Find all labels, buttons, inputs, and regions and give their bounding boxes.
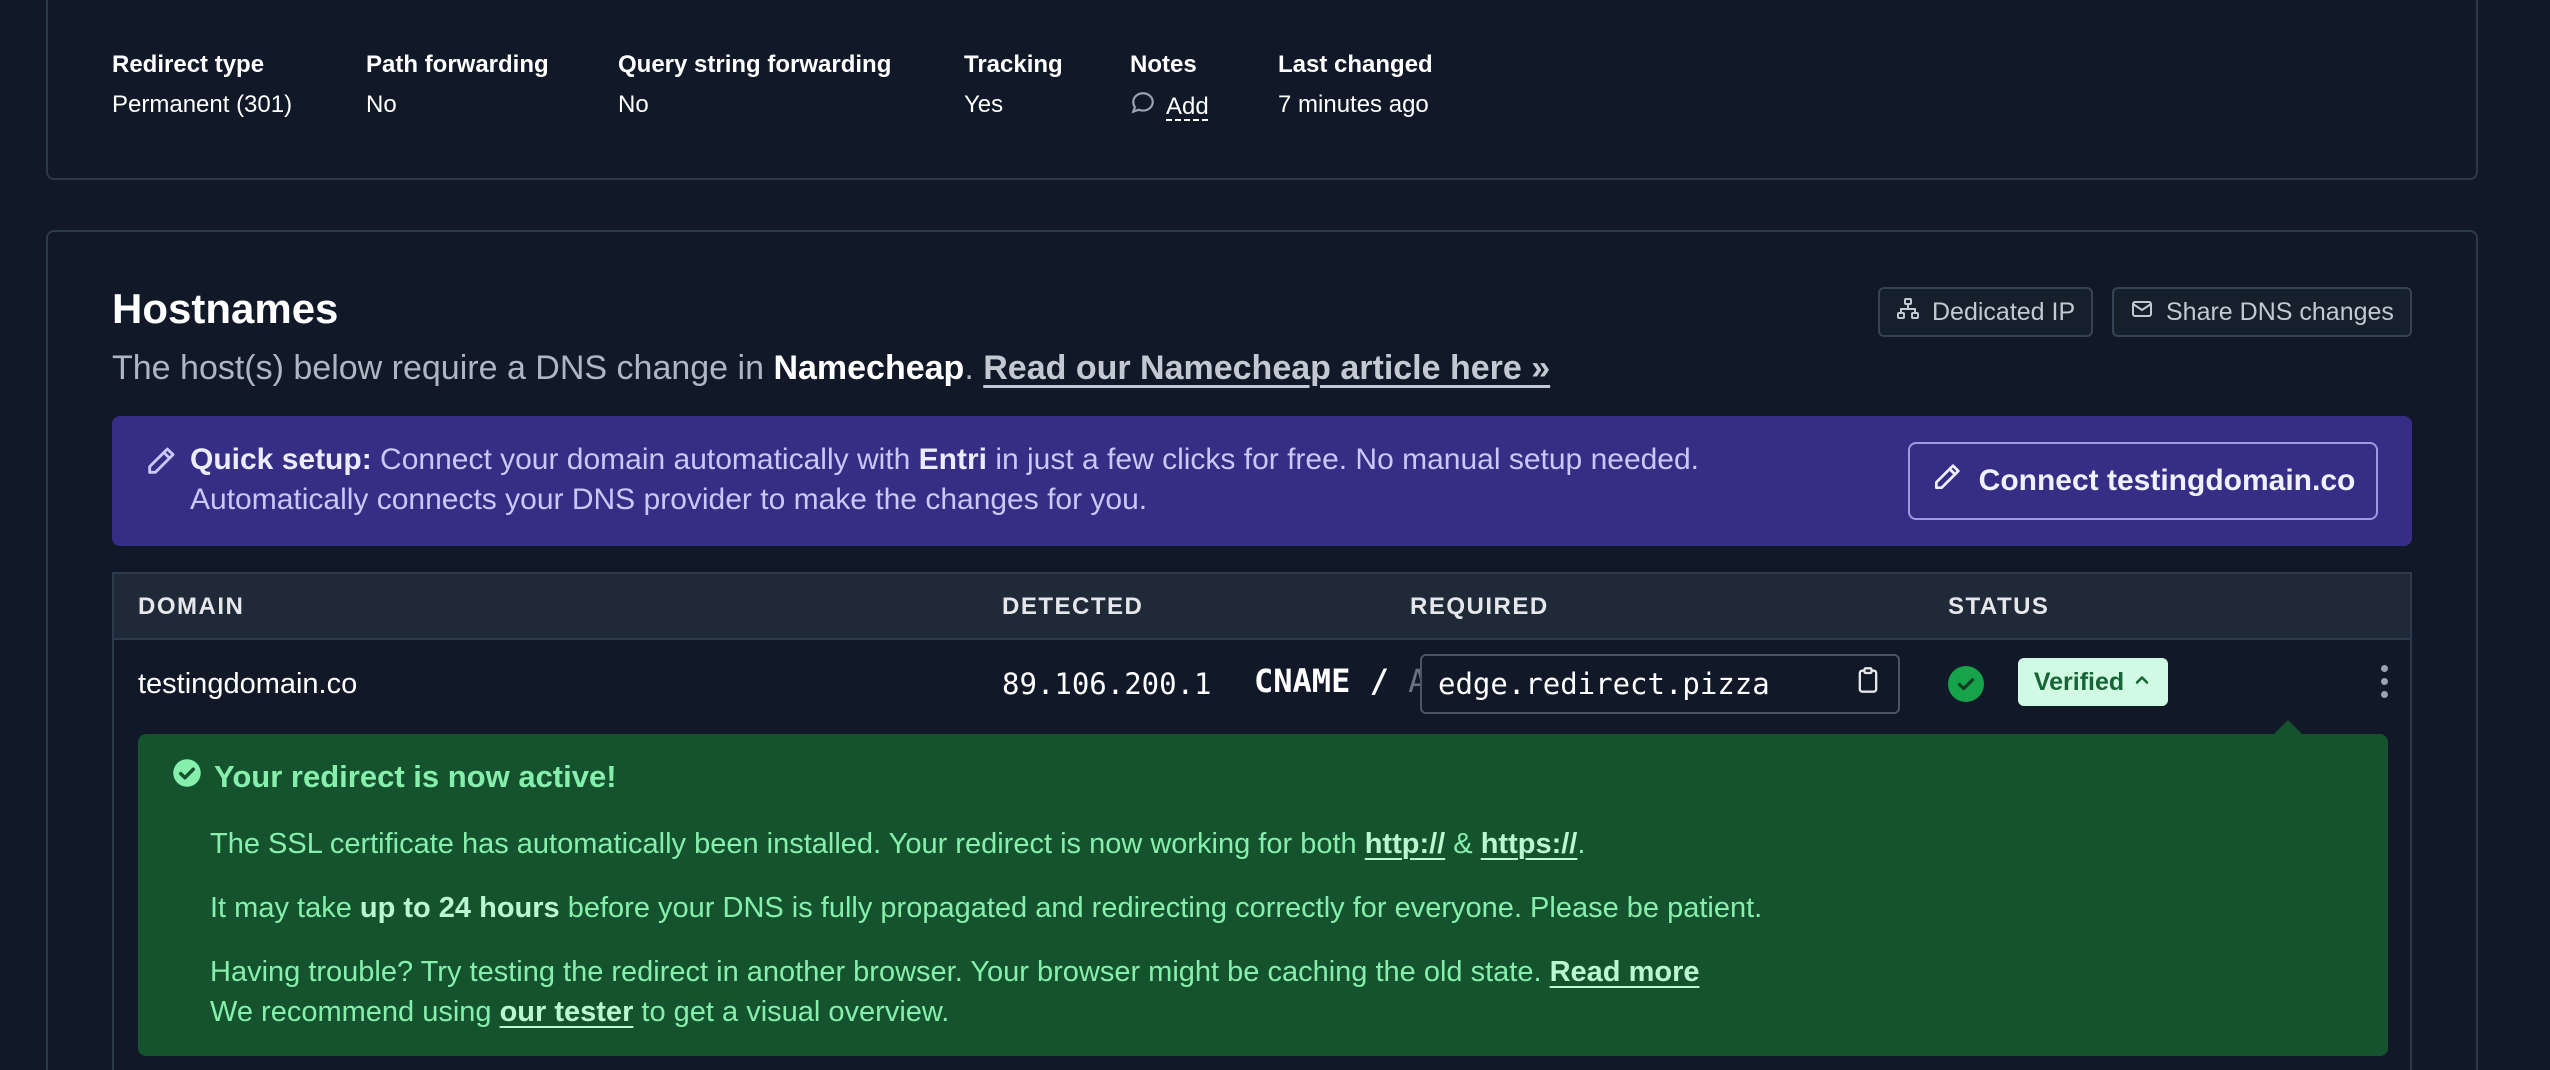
- redirect-active-panel: Your redirect is now active! The SSL cer…: [138, 734, 2388, 1056]
- read-more-link[interactable]: Read more: [1550, 956, 1700, 988]
- last-changed-value: 7 minutes ago: [1278, 91, 1429, 118]
- detected-ip-cell: 89.106.200.1: [1002, 667, 1212, 701]
- namecheap-article-link[interactable]: Read our Namecheap article here »: [983, 349, 1550, 387]
- share-dns-label: Share DNS changes: [2166, 297, 2394, 326]
- ssl-message-end: .: [1577, 828, 1586, 860]
- ssl-message: The SSL certificate has automatically be…: [210, 824, 1585, 864]
- http-link[interactable]: http://: [1365, 828, 1446, 860]
- tracking-field: Tracking Yes: [964, 50, 1063, 120]
- mail-icon: [2130, 297, 2154, 328]
- subtitle-sep: .: [964, 349, 984, 387]
- entri-name: Entri: [918, 443, 987, 476]
- propagation-message: It may take up to 24 hours before your D…: [210, 888, 1762, 928]
- redirect-type-value: Permanent (301): [112, 91, 293, 118]
- quick-setup-text: Quick setup: Connect your domain automat…: [190, 440, 1699, 520]
- redirect-type-label: Redirect type: [112, 51, 265, 78]
- chevron-up-icon: [2132, 668, 2152, 697]
- column-header-domain: DOMAIN: [138, 593, 245, 620]
- tracking-label: Tracking: [964, 51, 1063, 78]
- hostnames-table: DOMAIN DETECTED REQUIRED STATUS testingd…: [112, 572, 2412, 1070]
- hostnames-card: Hostnames The host(s) below require a DN…: [46, 230, 2478, 1070]
- last-changed-field: Last changed 7 minutes ago: [1278, 50, 1433, 120]
- column-header-status: STATUS: [1948, 593, 2050, 620]
- quick-setup-text-2: in just a few clicks for free. No manual…: [986, 443, 1700, 476]
- propagation-prefix: It may take: [210, 892, 360, 924]
- dedicated-ip-label: Dedicated IP: [1932, 297, 2076, 326]
- hostnames-title: Hostnames: [112, 285, 339, 332]
- record-type-sep: /: [1350, 662, 1409, 700]
- query-forwarding-field: Query string forwarding No: [618, 50, 891, 120]
- connect-domain-button[interactable]: Connect testingdomain.co: [1908, 442, 2378, 520]
- table-header: DOMAIN DETECTED REQUIRED STATUS: [114, 574, 2410, 640]
- path-forwarding-label: Path forwarding: [366, 51, 549, 78]
- column-header-required: REQUIRED: [1410, 593, 1549, 620]
- connect-domain-label: Connect testingdomain.co: [1978, 464, 2356, 497]
- tracking-value: Yes: [964, 91, 1004, 118]
- share-dns-button[interactable]: Share DNS changes: [2112, 287, 2412, 337]
- quick-setup-label: Quick setup:: [190, 443, 372, 476]
- panel-caret: [2274, 720, 2302, 734]
- query-forwarding-value: No: [618, 91, 649, 118]
- quick-setup-text-1: Connect your domain automatically with: [371, 443, 919, 476]
- amp-text: &: [1445, 828, 1481, 860]
- tester-prefix: We recommend using: [210, 996, 500, 1028]
- check-circle-icon: [172, 758, 202, 796]
- notes-field: Notes Add: [1130, 50, 1209, 124]
- dns-provider-name: Namecheap: [773, 349, 965, 387]
- propagation-duration: up to 24 hours: [359, 892, 560, 924]
- redirect-settings-card: Redirect type Permanent (301) Path forwa…: [46, 0, 2478, 180]
- propagation-suffix: before your DNS is fully propagated and …: [559, 892, 1763, 924]
- clipboard-icon[interactable]: [1854, 665, 1882, 703]
- tester-message: We recommend using our tester to get a v…: [210, 992, 949, 1032]
- path-forwarding-value: No: [366, 91, 397, 118]
- trouble-text: Having trouble? Try testing the redirect…: [210, 956, 1550, 988]
- record-type-cname: CNAME: [1254, 662, 1351, 700]
- dedicated-ip-button[interactable]: Dedicated IP: [1878, 287, 2094, 337]
- our-tester-link[interactable]: our tester: [500, 996, 634, 1028]
- quick-setup-line-2: Automatically connects your DNS provider…: [190, 483, 1148, 516]
- last-changed-label: Last changed: [1278, 51, 1433, 78]
- required-value-field[interactable]: edge.redirect.pizza: [1420, 654, 1900, 714]
- column-header-detected: DETECTED: [1002, 593, 1144, 620]
- notes-add-link[interactable]: Add: [1166, 92, 1209, 122]
- success-heading: Your redirect is now active!: [172, 758, 617, 796]
- network-icon: [1896, 297, 1920, 328]
- success-title: Your redirect is now active!: [214, 759, 617, 794]
- tester-suffix: to get a visual overview.: [633, 996, 950, 1028]
- https-link[interactable]: https://: [1481, 828, 1578, 860]
- notes-add-action[interactable]: Add: [1130, 90, 1209, 124]
- required-value: edge.redirect.pizza: [1438, 667, 1770, 701]
- trouble-message: Having trouble? Try testing the redirect…: [210, 952, 1699, 992]
- notes-label: Notes: [1130, 51, 1197, 78]
- hostnames-subtitle: The host(s) below require a DNS change i…: [112, 346, 1550, 390]
- quick-setup-banner: Quick setup: Connect your domain automat…: [112, 416, 2412, 546]
- domain-cell: testingdomain.co: [138, 668, 358, 700]
- more-options-icon[interactable]: [2374, 662, 2394, 706]
- pencil-icon: [144, 444, 178, 483]
- check-circle-icon: [1948, 666, 1984, 702]
- redirect-type-field: Redirect type Permanent (301): [112, 50, 292, 120]
- path-forwarding-field: Path forwarding No: [366, 50, 549, 120]
- comment-icon: [1130, 90, 1156, 124]
- ssl-message-text: The SSL certificate has automatically be…: [210, 828, 1365, 860]
- verified-label: Verified: [2033, 667, 2125, 696]
- subtitle-prefix: The host(s) below require a DNS change i…: [112, 349, 774, 387]
- query-forwarding-label: Query string forwarding: [618, 51, 892, 78]
- record-type-cell: CNAME / A: [1254, 662, 1427, 700]
- verified-status-badge[interactable]: Verified: [2018, 658, 2168, 706]
- pencil-icon: [1931, 461, 1963, 501]
